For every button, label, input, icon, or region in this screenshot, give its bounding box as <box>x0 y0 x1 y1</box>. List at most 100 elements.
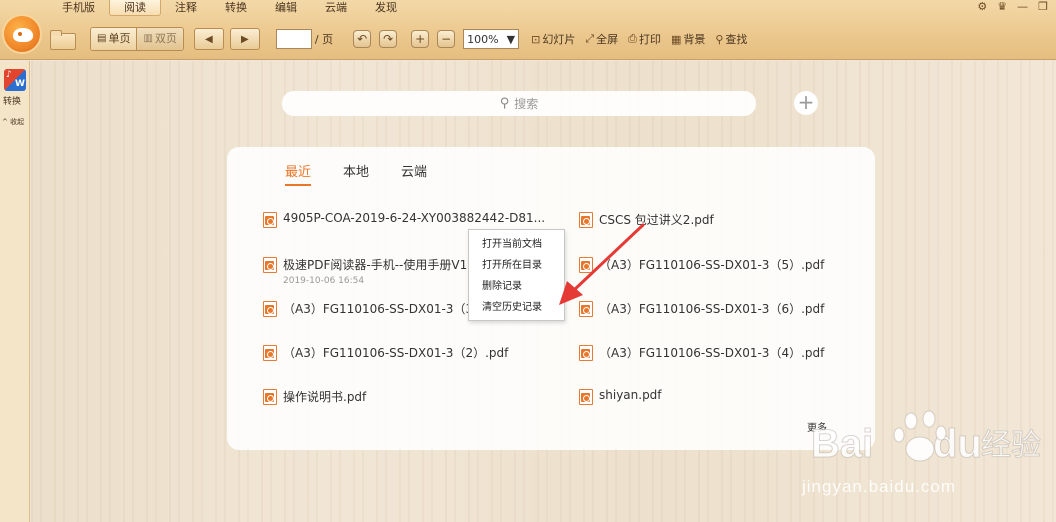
background-label: 背景 <box>683 33 706 46</box>
top-bar: 手机版 阅读 注释 转换 编辑 云端 发现 ⚙ ♛ — ❐ ▤ 单页 ▥ 双页 … <box>0 0 1056 60</box>
print-button[interactable]: ⎙ 打印 <box>628 31 661 47</box>
tab-recent[interactable]: 最近 <box>285 161 312 186</box>
file-item[interactable]: （A3）FG110106-SS-DX01-3（3 <box>263 300 473 317</box>
pdf-file-icon <box>263 257 277 273</box>
slideshow-icon: ⊡ <box>531 32 541 46</box>
page-mode-toggle: ▤ 单页 ▥ 双页 <box>90 27 184 51</box>
menu-cloud[interactable]: 云端 <box>311 0 361 16</box>
baidu-jingyan-watermark: Bai du 经验 <box>811 410 1042 467</box>
app-logo[interactable] <box>2 14 42 54</box>
file-item[interactable]: 操作说明书.pdf <box>263 388 366 405</box>
file-name: shiyan.pdf <box>599 388 662 402</box>
rotate-right-button[interactable]: ↷ <box>379 30 398 48</box>
reading-toolbar: ▤ 单页 ▥ 双页 ◀ ▶ / 页 ↶ ↷ + − 100% ▼ ⊡ 幻灯片 ⤢… <box>48 24 757 54</box>
search-icon: ⚲ <box>715 32 724 46</box>
fullscreen-label: 全屏 <box>596 33 619 46</box>
page-suffix-label: / 页 <box>314 33 334 46</box>
page-number-input[interactable] <box>275 29 312 49</box>
fullscreen-icon: ⤢ <box>585 32 595 45</box>
tab-cloud[interactable]: 云端 <box>401 161 427 186</box>
watermark-url: jingyan.baidu.com <box>802 477 957 496</box>
triangle-right-icon: ▶ <box>241 33 249 45</box>
minus-icon: − <box>441 32 452 46</box>
pdf-file-icon <box>263 389 277 405</box>
file-item[interactable]: 极速PDF阅读器-手机--使用手册V1 2019-10-06 16:54 <box>263 256 467 286</box>
menu-discover[interactable]: 发现 <box>361 0 411 16</box>
file-name: （A3）FG110106-SS-DX01-3（3 <box>283 302 474 316</box>
file-name: 操作说明书.pdf <box>283 390 367 404</box>
pdf-file-icon <box>263 212 277 228</box>
svg-text:经验: 经验 <box>981 428 1041 463</box>
background-icon: ▦ <box>670 32 682 46</box>
zoom-select[interactable]: 100% ▼ <box>463 29 520 49</box>
zoom-out-button[interactable]: − <box>437 30 456 48</box>
file-date: 2019-10-06 16:54 <box>283 276 365 286</box>
prev-page-button[interactable]: ◀ <box>193 28 224 50</box>
skin-icon[interactable]: ♛ <box>997 0 1007 13</box>
redo-arrow-icon: ↷ <box>383 32 394 46</box>
background-button[interactable]: ▦ 背景 <box>671 31 705 47</box>
find-button[interactable]: ⚲ 查找 <box>715 31 747 47</box>
menu-convert[interactable]: 转换 <box>211 0 261 16</box>
context-delete-record[interactable]: 删除记录 <box>469 276 564 297</box>
search-bar[interactable]: ⚲ 搜索 <box>282 91 756 116</box>
menu-read[interactable]: 阅读 <box>109 0 161 16</box>
add-button[interactable]: + <box>794 91 818 115</box>
pdf-to-word-icon[interactable]: ♪ W <box>4 69 26 91</box>
undo-arrow-icon: ↶ <box>357 32 368 46</box>
main-menu: 手机版 阅读 注释 转换 编辑 云端 发现 <box>48 0 411 16</box>
window-controls: ⚙ ♛ — ❐ <box>977 0 1048 13</box>
fullscreen-button[interactable]: ⤢ 全屏 <box>585 31 618 47</box>
collapse-button[interactable]: ^ 收起 <box>2 117 24 127</box>
open-folder-icon[interactable] <box>48 28 76 50</box>
annotation-arrow-icon <box>559 223 645 305</box>
minimize-icon[interactable]: — <box>1017 0 1028 13</box>
pdf-file-icon <box>579 345 593 361</box>
file-item[interactable]: （A3）FG110106-SS-DX01-3（2）.pdf <box>263 344 508 361</box>
chevron-down-icon: ▼ <box>506 32 516 46</box>
print-label: 打印 <box>638 33 661 46</box>
zoom-value: 100% <box>467 32 499 46</box>
tab-local[interactable]: 本地 <box>343 161 369 186</box>
settings-dropdown-icon[interactable]: ⚙ <box>977 0 987 13</box>
file-item[interactable]: （A3）FG110106-SS-DX01-3（4）.pdf <box>579 344 824 361</box>
zoom-in-button[interactable]: + <box>411 30 430 48</box>
search-icon: ⚲ <box>499 96 510 111</box>
double-page-button[interactable]: ▥ 双页 <box>136 28 183 50</box>
file-item[interactable]: 4905P-COA-2019-6-24-XY003882442-D81... <box>263 211 545 228</box>
pdf-file-icon <box>263 301 277 317</box>
menu-edit[interactable]: 编辑 <box>261 0 311 16</box>
file-item[interactable]: shiyan.pdf <box>579 388 662 405</box>
file-source-tabs: 最近 本地 云端 <box>285 161 459 186</box>
find-label: 查找 <box>725 33 748 46</box>
single-page-button[interactable]: ▤ 单页 <box>91 28 137 50</box>
restore-icon[interactable]: ❐ <box>1038 0 1048 13</box>
word-letter-glyph: W <box>15 79 25 89</box>
plus-icon: + <box>797 90 815 114</box>
plus-icon: + <box>415 32 426 46</box>
slideshow-button[interactable]: ⊡ 幻灯片 <box>531 31 575 47</box>
pdf-file-icon <box>579 389 593 405</box>
printer-icon: ⎙ <box>628 32 637 45</box>
context-clear-history[interactable]: 清空历史记录 <box>469 297 564 318</box>
slideshow-label: 幻灯片 <box>542 33 576 46</box>
file-name: （A3）FG110106-SS-DX01-3（4）.pdf <box>599 346 825 360</box>
single-page-icon: ▤ <box>97 33 107 44</box>
context-open-document[interactable]: 打开当前文档 <box>469 234 564 255</box>
menu-mobile[interactable]: 手机版 <box>48 0 109 16</box>
left-rail: ♪ W 转换 ^ 收起 <box>0 61 30 522</box>
double-page-icon: ▥ <box>143 33 153 44</box>
convert-label[interactable]: 转换 <box>3 94 21 107</box>
svg-text:Bai: Bai <box>811 422 873 466</box>
rotate-left-button[interactable]: ↶ <box>353 30 372 48</box>
main-area: ⚲ 搜索 + 最近 本地 云端 4905P-COA-2019-6-24-XY00… <box>31 61 1056 522</box>
pdf-file-icon <box>263 345 277 361</box>
file-name: 4905P-COA-2019-6-24-XY003882442-D81... <box>283 211 546 225</box>
triangle-left-icon: ◀ <box>205 33 213 45</box>
file-name: （A3）FG110106-SS-DX01-3（2）.pdf <box>283 346 509 360</box>
context-open-folder[interactable]: 打开所在目录 <box>469 255 564 276</box>
menu-annotate[interactable]: 注释 <box>161 0 211 16</box>
next-page-button[interactable]: ▶ <box>229 28 260 50</box>
file-name: 极速PDF阅读器-手机--使用手册V1 <box>283 258 468 272</box>
pdf-letter-glyph: ♪ <box>6 70 12 80</box>
